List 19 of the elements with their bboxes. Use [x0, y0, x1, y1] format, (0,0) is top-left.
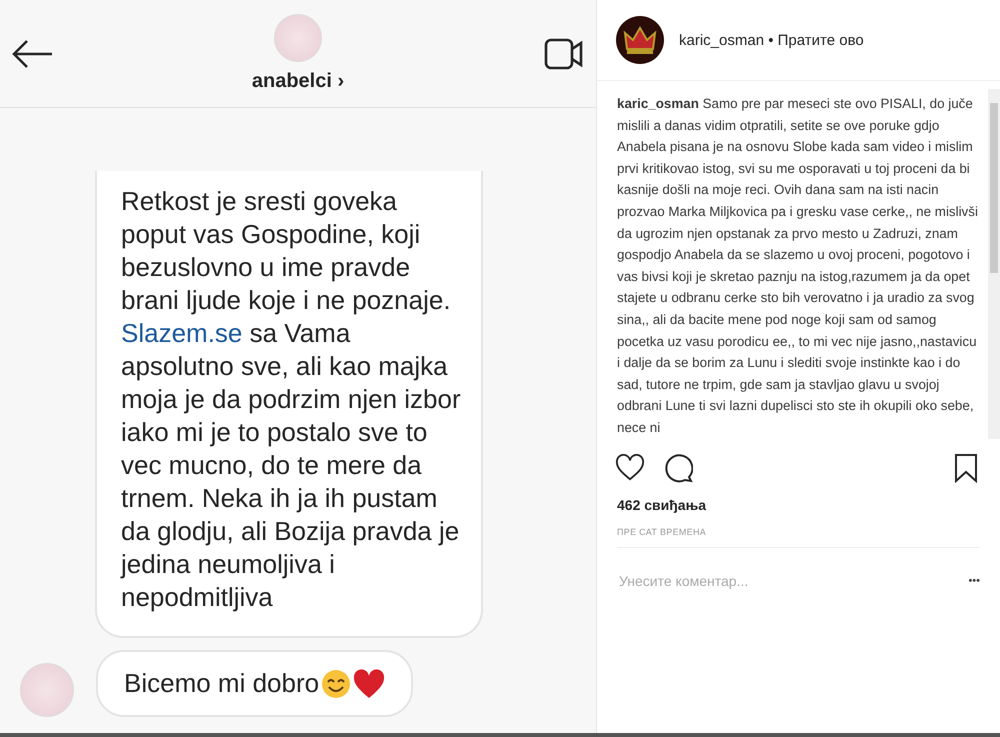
- heart-icon: [353, 668, 386, 698]
- post-caption: karic_osman Samo pre par meseci ste ovo PISALI, do juče mislili a danas vidim otpratili, setite se ove poruke gdjo Anabela pisana je na osnovu Slobe kada sam video i mislim prvi kritikovao istog, svi su me osporavati u toj proceni da bi kasnije došli na moje reci. Ovih dana sam na isti nacin prozvao Marka Miljkovica pa i gresku vase cerke,, ne mislivši da ugrozim njen opstanak za prvo mesto u Zadruzi, znam gospodjo Anabela da se slazemo u ovoj proceni, pogotovo i vas bivsi koji je skretao paznju na istog,razumem ja da opet stajete u odbranu cerke sto bih verovatno i ja uradio za svog sina,, ali da bacite mene pod noge koji sam od samog pocetka uz vasu porodicu ee,, to mi vec nije jasno,,nastavicu i dalje da se borim za Lunu i slediti svoje instinkte kao i do sad, tutore ne trpim, gde sam ja stavljao glavu u svojoj odbrani Lune ti svi lazni dupelisci sto ste ih okupili oko sebe, nece ni: [617, 95, 979, 437]
- back-arrow-icon[interactable]: [12, 38, 54, 68]
- message-text: Bicemo mi dobro: [124, 668, 320, 699]
- bookmark-icon[interactable]: [954, 452, 978, 482]
- video-camera-icon[interactable]: [544, 38, 584, 70]
- comment-field[interactable]: Унесите коментар... •••: [617, 546, 980, 614]
- more-options[interactable]: •••: [968, 574, 980, 586]
- smiling-face-icon: [321, 668, 352, 698]
- post-time: ПРЕ САТ ВРЕМЕНА: [616, 526, 708, 538]
- message-text: Retkost je sresti goveka poput vas Gospodine, koji bezuslovno u ime pravde brani ljude koje i ne poznaje. Slazem.se sa Vama apsolutno sve, ali kao majka moja je da podrzim njen izbor iako mi je to postalo sve to vec mucno, do te mere da trnem. Neka ih ja ih pustam da glodju, ali Bozija pravda je jedina neumoljiva i nepodmitljiva: [121, 186, 461, 612]
- message-link[interactable]: Slazem.se: [121, 318, 242, 348]
- likes-count[interactable]: 462 свиђања: [597, 482, 1000, 512]
- heart-icon[interactable]: [615, 454, 645, 482]
- post-username[interactable]: karic_osman • Пратите ово: [679, 32, 864, 48]
- chat-username[interactable]: anabelci ›: [252, 70, 344, 93]
- profile-avatar-icon[interactable]: [615, 15, 665, 65]
- comment-icon[interactable]: [663, 452, 693, 482]
- scrollbar[interactable]: [988, 89, 1000, 438]
